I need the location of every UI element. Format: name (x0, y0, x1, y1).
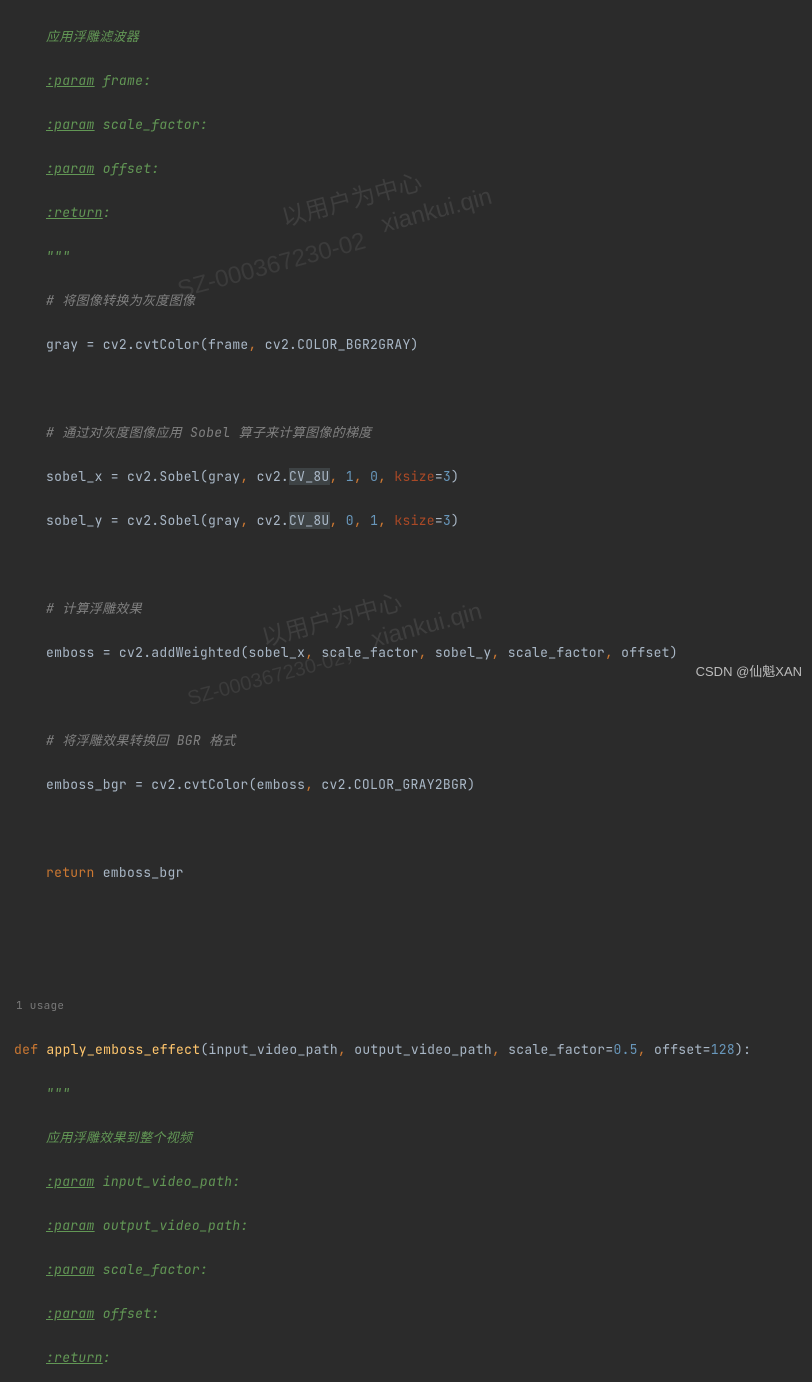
code-line: emboss = cv2.addWeighted(sobel_x, scale_… (12, 642, 812, 664)
param-tag: :param (46, 1173, 95, 1190)
param-name: scale_factor: (103, 1261, 208, 1278)
colon: : (103, 204, 111, 221)
param-name: scale_factor: (103, 116, 208, 133)
triple-quote: """ (46, 248, 70, 265)
code-line: sobel_y = cv2.Sobel(gray, cv2.CV_8U, 0, … (12, 510, 812, 532)
code-editor[interactable]: 应用浮雕滤波器 :param frame: :param scale_facto… (0, 0, 812, 1382)
param-tag: :param (46, 160, 95, 177)
param-name (95, 72, 103, 89)
code-line: sobel_x = cv2.Sobel(gray, cv2.CV_8U, 1, … (12, 466, 812, 488)
return-tag: :return (46, 1349, 103, 1366)
docstring-title: 应用浮雕滤波器 (46, 28, 139, 45)
code-line: gray = cv2.cvtColor(frame, cv2.COLOR_BGR… (12, 334, 812, 356)
comment: # 计算浮雕效果 (46, 600, 142, 617)
code-line: emboss_bgr = cv2.cvtColor(emboss, cv2.CO… (12, 774, 812, 796)
param-tag: :param (46, 1217, 95, 1234)
colon: : (103, 1349, 111, 1366)
param-tag: :param (46, 1305, 95, 1322)
param-name: output_video_path: (103, 1217, 249, 1234)
comment: # 将浮雕效果转换回 BGR 格式 (46, 732, 236, 749)
param-tag: :param (46, 1261, 95, 1278)
function-def: def apply_emboss_effect(input_video_path… (12, 1039, 812, 1061)
param-tag: :param (46, 72, 95, 89)
comment: # 将图像转换为灰度图像 (46, 292, 195, 309)
usage-hint[interactable]: 1 usage (14, 999, 64, 1013)
triple-quote: """ (46, 1085, 70, 1102)
comment: # 通过对灰度图像应用 Sobel 算子来计算图像的梯度 (46, 424, 372, 441)
docstring-title: 应用浮雕效果到整个视频 (46, 1129, 192, 1146)
param-name: frame: (103, 72, 152, 89)
param-tag: :param (46, 116, 95, 133)
csdn-attribution: CSDN @仙魁XAN (696, 661, 802, 683)
return-tag: :return (46, 204, 103, 221)
param-name: input_video_path: (103, 1173, 241, 1190)
param-name: offset: (103, 160, 160, 177)
return-line: return emboss_bgr (12, 862, 812, 884)
param-name: offset: (103, 1305, 160, 1322)
